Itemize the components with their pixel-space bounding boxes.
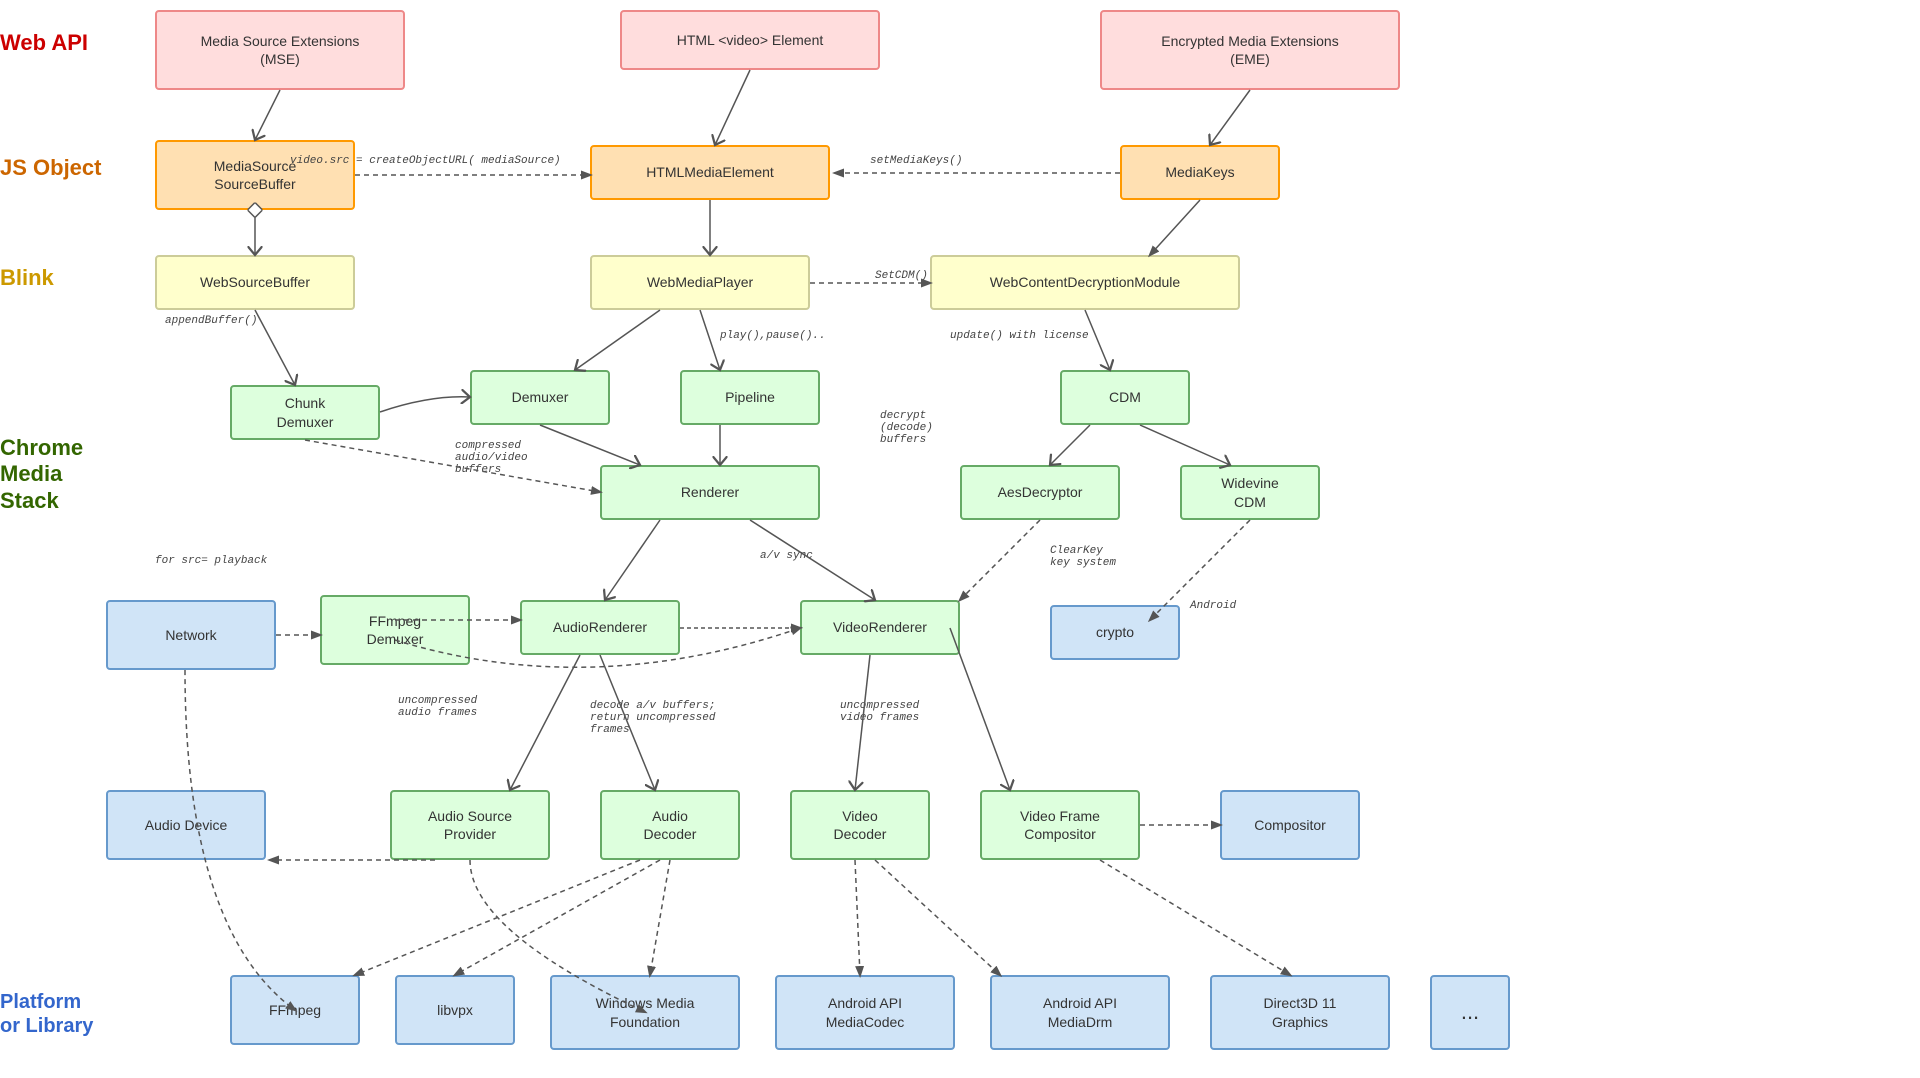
annotation-set-cdm: SetCDM(): [875, 270, 928, 282]
box-ffmpeg-demuxer: FFmpeg Demuxer: [320, 595, 470, 665]
label-jsobject: JS Object: [0, 155, 101, 181]
box-chunk-demuxer: Chunk Demuxer: [230, 385, 380, 440]
box-videorenderer: VideoRenderer: [800, 600, 960, 655]
box-websourcebuffer: WebSourceBuffer: [155, 255, 355, 310]
box-network: Network: [106, 600, 276, 670]
annotation-android: Android: [1190, 600, 1236, 612]
annotation-av-sync: a/v sync: [760, 550, 813, 562]
box-mediakeys: MediaKeys: [1120, 145, 1280, 200]
diagram-container: Web API JS Object Blink Chrome Media Sta…: [0, 0, 1920, 1078]
box-android-mediacodec: Android API MediaCodec: [775, 975, 955, 1050]
box-audio-decoder: Audio Decoder: [600, 790, 740, 860]
box-video-decoder: Video Decoder: [790, 790, 930, 860]
box-html-video: HTML <video> Element: [620, 10, 880, 70]
annotation-decode-av: decode a/v buffers; return uncompressed …: [590, 700, 715, 736]
box-compositor: Compositor: [1220, 790, 1360, 860]
box-cdm: CDM: [1060, 370, 1190, 425]
box-htmlmediaelement: HTMLMediaElement: [590, 145, 830, 200]
box-eme: Encrypted Media Extensions (EME): [1100, 10, 1400, 90]
box-wmf: Windows Media Foundation: [550, 975, 740, 1050]
box-demuxer: Demuxer: [470, 370, 610, 425]
annotation-uncompressed-audio: uncompressed audio frames: [398, 695, 477, 719]
box-webcontentdecryptionmodule: WebContentDecryptionModule: [930, 255, 1240, 310]
box-renderer: Renderer: [600, 465, 820, 520]
box-mediasource: MediaSource SourceBuffer: [155, 140, 355, 210]
box-video-frame-compositor: Video Frame Compositor: [980, 790, 1140, 860]
box-webmediaplayer: WebMediaPlayer: [590, 255, 810, 310]
box-audiorenderer: AudioRenderer: [520, 600, 680, 655]
annotation-for-src-playback: for src= playback: [155, 555, 267, 567]
box-dots: ...: [1430, 975, 1510, 1050]
annotation-compressed-buffers: compressed audio/video buffers: [455, 440, 528, 476]
label-webapi: Web API: [0, 30, 88, 56]
annotation-play-pause: play(),pause()..: [720, 330, 826, 342]
annotation-clearkey: ClearKey key system: [1050, 545, 1116, 569]
annotation-set-media-keys: setMediaKeys(): [870, 155, 962, 167]
box-ffmpeg: FFmpeg: [230, 975, 360, 1045]
box-widevine-cdm: Widevine CDM: [1180, 465, 1320, 520]
box-mse: Media Source Extensions (MSE): [155, 10, 405, 90]
annotation-update-license: update() with license: [950, 330, 1089, 342]
box-android-mediadrm: Android API MediaDrm: [990, 975, 1170, 1050]
box-audio-device: Audio Device: [106, 790, 266, 860]
label-cms: Chrome Media Stack: [0, 435, 200, 514]
box-pipeline: Pipeline: [680, 370, 820, 425]
label-platform: Platform or Library: [0, 990, 93, 1038]
annotation-uncompressed-video: uncompressed video frames: [840, 700, 919, 724]
annotation-video-src: video.src = createObjectURL( mediaSource…: [290, 155, 561, 167]
box-direct3d: Direct3D 11 Graphics: [1210, 975, 1390, 1050]
box-libvpx: libvpx: [395, 975, 515, 1045]
box-audio-source-provider: Audio Source Provider: [390, 790, 550, 860]
box-aesdecryptor: AesDecryptor: [960, 465, 1120, 520]
annotation-decrypt-buffers: decrypt (decode) buffers: [880, 410, 933, 446]
box-crypto: crypto: [1050, 605, 1180, 660]
annotation-append-buffer: appendBuffer(): [165, 315, 257, 327]
label-blink: Blink: [0, 265, 54, 291]
